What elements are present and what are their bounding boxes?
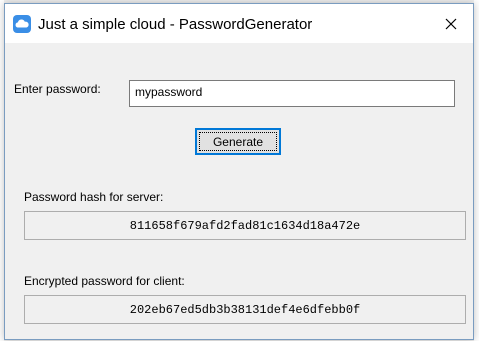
background-window-edge-right — [474, 0, 479, 341]
password-input[interactable]: mypassword — [129, 80, 455, 107]
client-encrypted-field[interactable]: 202eb67ed5db3b38131def4e6dfebb0f — [24, 295, 466, 324]
server-hash-value: 811658f679afd2fad81c1634d18a472e — [129, 218, 361, 233]
generate-button[interactable]: Generate — [195, 128, 281, 155]
title-bar[interactable]: Just a simple cloud - PasswordGenerator — [5, 4, 473, 43]
cloud-icon — [13, 15, 31, 33]
focus-rectangle — [199, 132, 277, 151]
password-label: Enter password: — [14, 82, 101, 96]
close-button[interactable] — [429, 4, 473, 43]
close-icon — [445, 18, 457, 29]
server-hash-field[interactable]: 811658f679afd2fad81c1634d18a472e — [24, 211, 466, 240]
client-encrypted-value: 202eb67ed5db3b38131def4e6dfebb0f — [129, 302, 361, 317]
server-hash-label: Password hash for server: — [24, 190, 164, 204]
password-input-value: mypassword — [135, 85, 203, 99]
password-generator-window: Just a simple cloud - PasswordGenerator … — [4, 3, 474, 340]
window-title: Just a simple cloud - PasswordGenerator — [38, 16, 313, 33]
client-encrypted-label: Encrypted password for client: — [24, 274, 185, 288]
